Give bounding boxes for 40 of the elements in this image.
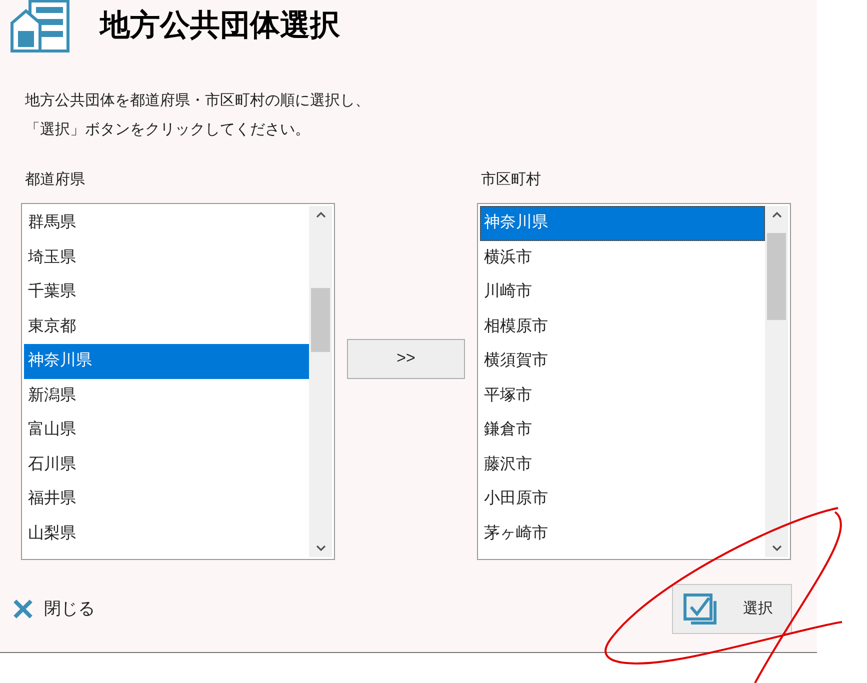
list-item[interactable]: 鎌倉市 bbox=[480, 413, 765, 448]
list-item[interactable]: 横浜市 bbox=[480, 240, 765, 275]
transfer-button[interactable]: >> bbox=[347, 339, 465, 379]
scroll-down-icon[interactable] bbox=[316, 545, 326, 551]
list-item[interactable]: 小田原市 bbox=[480, 482, 765, 516]
list-item[interactable]: 福井県 bbox=[24, 482, 309, 516]
instruction-text: 地方公共団体を都道府県・市区町村の順に選択し、 bbox=[25, 91, 370, 111]
instruction-text: 「選択」ボタンをクリックしてください。 bbox=[25, 120, 310, 140]
list-item[interactable]: 横須賀市 bbox=[480, 344, 765, 378]
list-item[interactable]: 相模原市 bbox=[480, 310, 765, 344]
scrollbar[interactable] bbox=[309, 206, 332, 557]
list-item[interactable]: 東京都 bbox=[24, 310, 309, 344]
list-item[interactable]: 平塚市 bbox=[480, 378, 765, 413]
list-item[interactable]: 富山県 bbox=[24, 413, 309, 448]
scroll-up-icon[interactable] bbox=[772, 212, 782, 218]
scroll-down-icon[interactable] bbox=[772, 545, 782, 551]
close-icon bbox=[12, 598, 34, 620]
close-button[interactable]: 閉じる bbox=[12, 596, 95, 622]
checkbox-icon bbox=[683, 593, 719, 625]
list-item[interactable]: 石川県 bbox=[24, 448, 309, 482]
list-box[interactable]: 神奈川県 横浜市 川崎市 相模原市 横須賀市 平塚市 鎌倉市 藤沢市 小田原市 茅ヶ崎市 bbox=[477, 203, 791, 560]
list-item[interactable]: 藤沢市 bbox=[480, 448, 765, 482]
list-item[interactable]: 千葉県 bbox=[24, 275, 309, 310]
list-item[interactable]: 茅ヶ崎市 bbox=[480, 516, 765, 551]
list-item[interactable]: 群馬県 bbox=[24, 206, 309, 240]
scroll-thumb[interactable] bbox=[767, 233, 786, 320]
scrollbar[interactable] bbox=[765, 206, 788, 557]
list-item[interactable]: 川崎市 bbox=[480, 275, 765, 310]
list-item[interactable]: 埼玉県 bbox=[24, 240, 309, 275]
list-item[interactable]: 神奈川県 bbox=[480, 206, 765, 240]
list-box[interactable]: 群馬県 埼玉県 千葉県 東京都 神奈川県 新潟県 富山県 石川県 福井県 山梨県 bbox=[21, 203, 335, 560]
list-label: 都道府県 bbox=[24, 170, 85, 190]
select-button[interactable]: 選択 bbox=[672, 584, 792, 634]
dialog-title: 地方公共団体選択 bbox=[100, 11, 340, 41]
list-item[interactable]: 新潟県 bbox=[24, 378, 309, 413]
list-item[interactable]: 山梨県 bbox=[24, 516, 309, 551]
scroll-up-icon[interactable] bbox=[316, 212, 326, 218]
list-item[interactable]: 神奈川県 bbox=[24, 344, 309, 378]
list-label: 市区町村 bbox=[480, 170, 541, 190]
scroll-thumb[interactable] bbox=[311, 288, 330, 352]
